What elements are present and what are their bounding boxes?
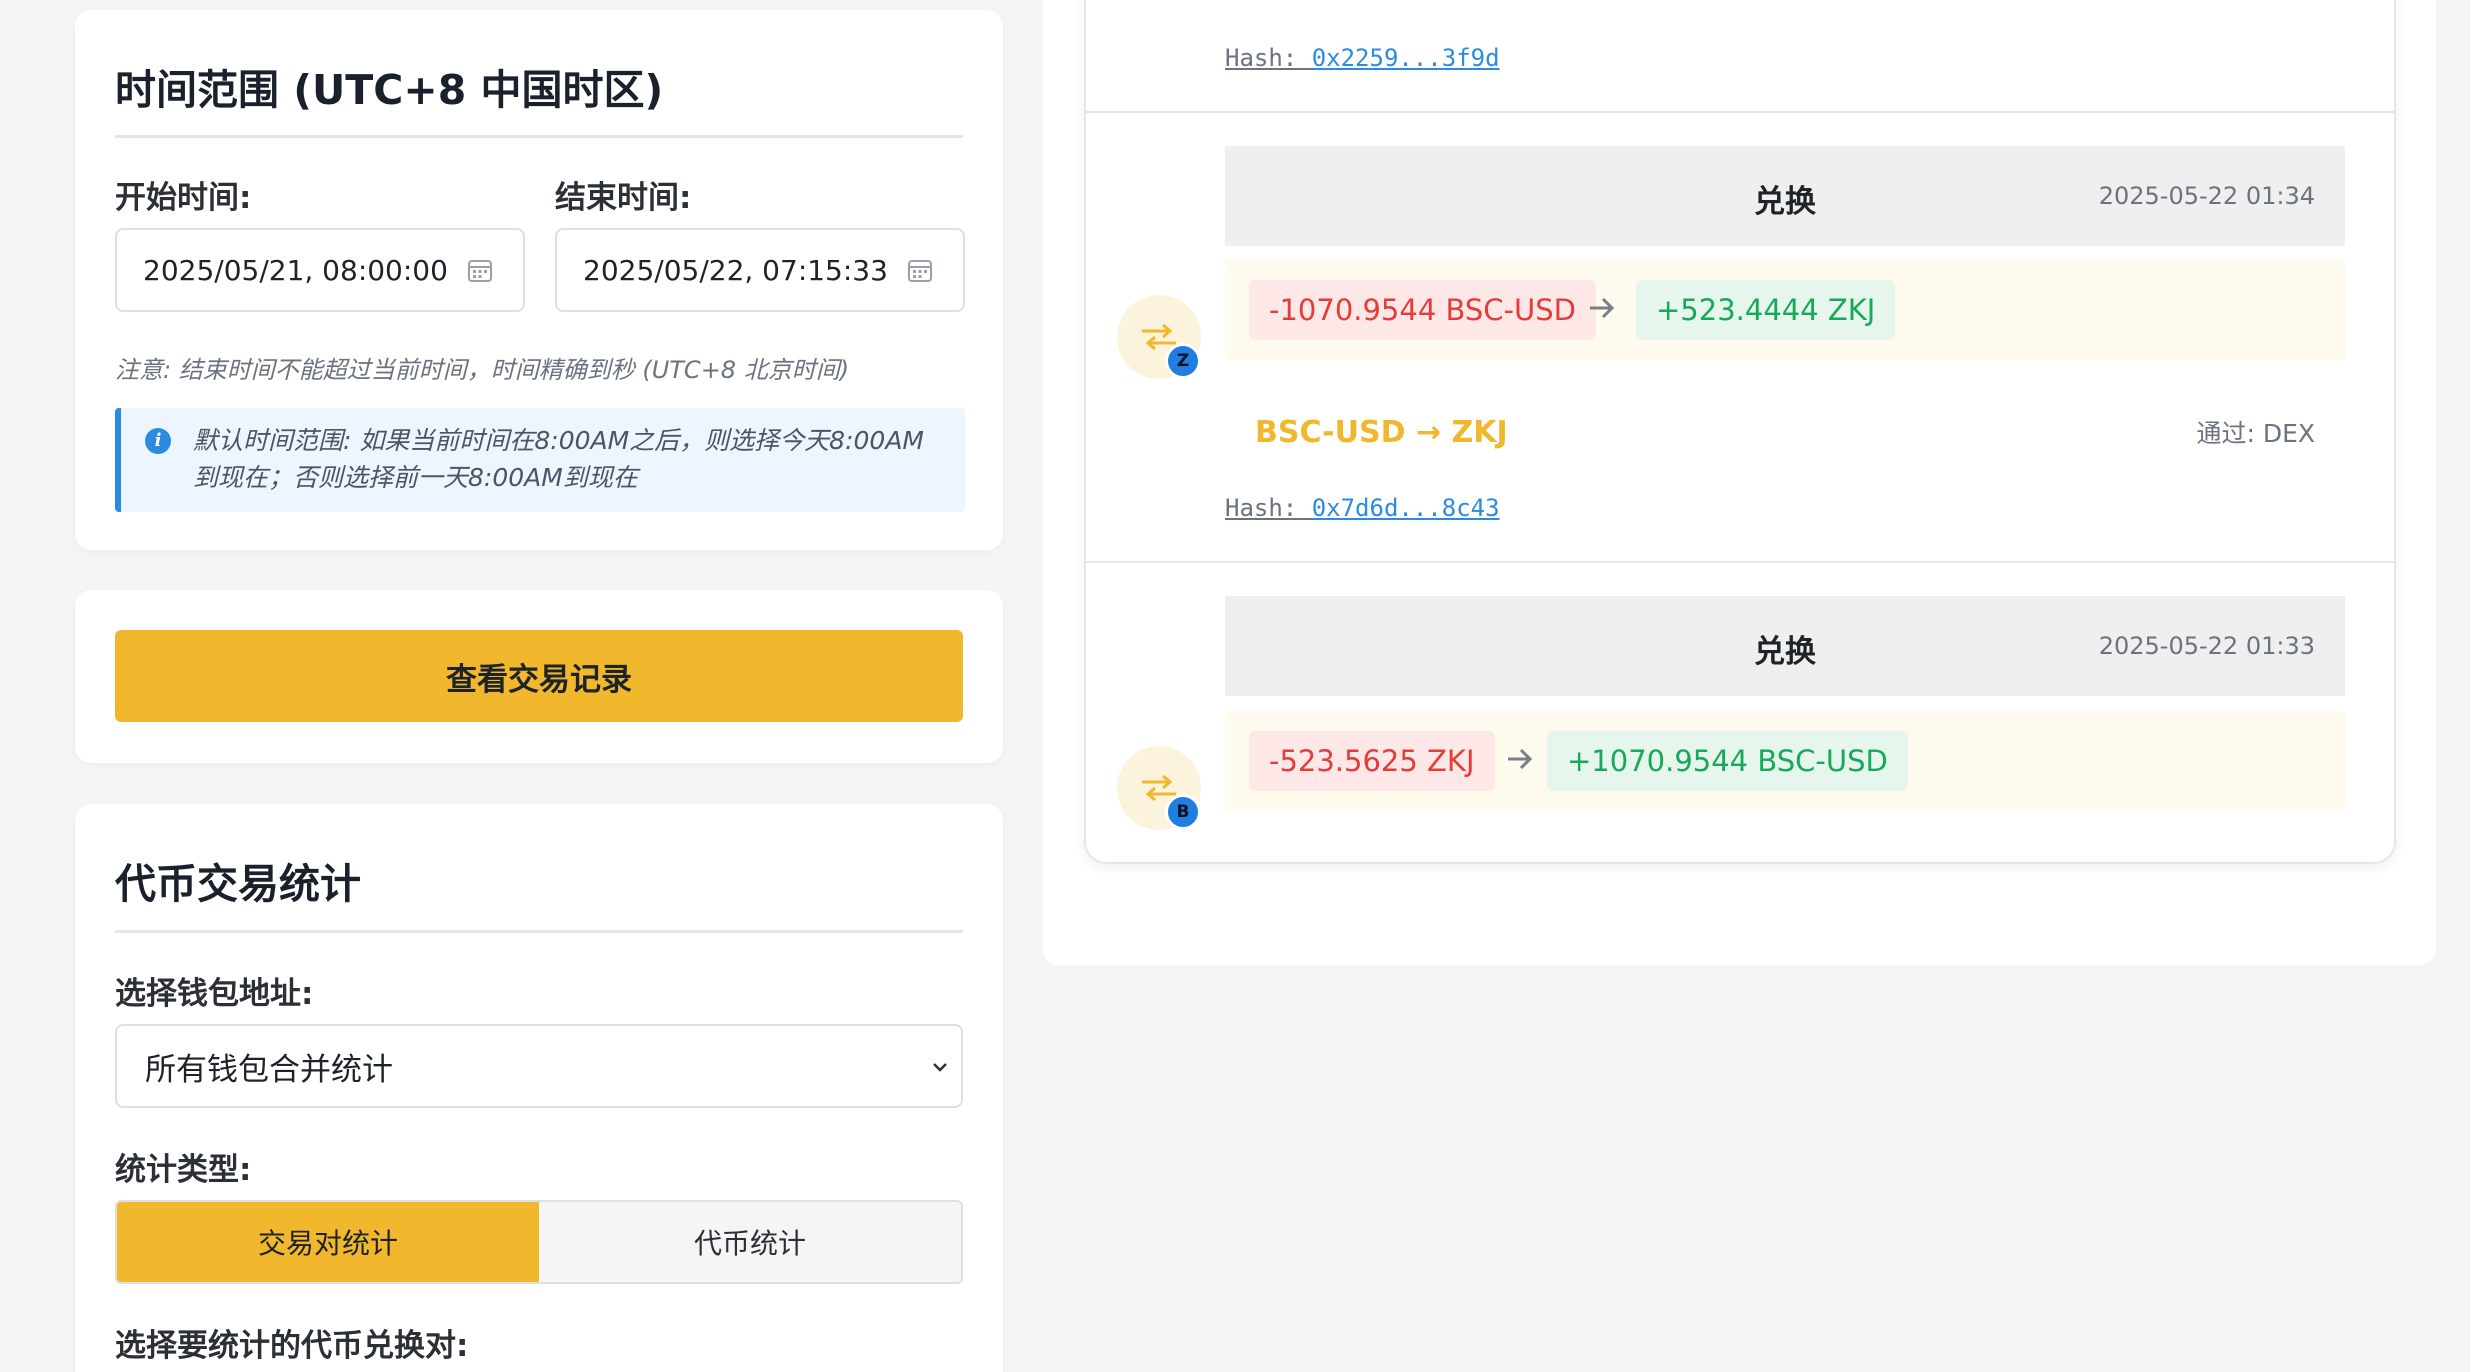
- amount-out: -1070.9544 BSC-USD: [1249, 280, 1596, 340]
- stats-type-toggle: 交易对统计 代币统计: [115, 1200, 963, 1284]
- time-note: 注意: 结束时间不能超过当前时间，时间精确到秒 (UTC+8 北京时间): [115, 356, 850, 384]
- wallet-select-value: 所有钱包合并统计: [145, 1051, 393, 1088]
- token-stats-card: 代币交易统计 选择钱包地址: 所有钱包合并统计 统计类型: 交易对统计 代币统计…: [75, 804, 1003, 1372]
- swap-pair: BSC-USD → ZKJ: [1255, 415, 1508, 450]
- amount-in: +523.4444 ZKJ: [1636, 280, 1896, 340]
- calendar-icon[interactable]: [467, 257, 493, 283]
- tx-swap-row: -1070.9544 BSC-USD +523.4444 ZKJ: [1225, 260, 2345, 360]
- tx-hash: Hash: 0x2259...3f9d: [1225, 44, 1500, 72]
- tx-swap-row: -523.5625 ZKJ +1070.9544 BSC-USD: [1225, 711, 2345, 811]
- tx-hash-link[interactable]: 0x7d6d...8c43: [1312, 494, 1500, 522]
- stats-divider: [115, 930, 963, 933]
- tx-header: 兑换 2025-05-22 01:33: [1225, 596, 2345, 696]
- tx-time: 2025-05-22 01:34: [2098, 182, 2315, 210]
- hash-prefix: Hash:: [1225, 494, 1298, 522]
- query-card: 查看交易记录: [75, 590, 1003, 763]
- start-time-input[interactable]: 2025/05/21, 08:00:00: [115, 228, 525, 312]
- time-range-title: 时间范围 (UTC+8 中国时区): [115, 66, 664, 114]
- tx-hash-link[interactable]: 0x2259...3f9d: [1312, 44, 1500, 72]
- view-transactions-button[interactable]: 查看交易记录: [115, 630, 963, 722]
- title-divider: [115, 135, 963, 138]
- row-divider: [1084, 111, 2396, 113]
- amount-out: -523.5625 ZKJ: [1249, 731, 1495, 791]
- tx-time: 2025-05-22 01:33: [2098, 632, 2315, 660]
- start-time-value: 2025/05/21, 08:00:00: [143, 253, 448, 287]
- token-badge: Z: [1165, 343, 1201, 379]
- calendar-icon[interactable]: [907, 257, 933, 283]
- info-text: 默认时间范围: 如果当前时间在8:00AM之后，则选择今天8:00AM 到现在；…: [193, 422, 953, 496]
- amount-in: +1070.9544 BSC-USD: [1547, 731, 1908, 791]
- arrow-right-icon: [1508, 748, 1533, 770]
- wallet-select[interactable]: 所有钱包合并统计: [115, 1024, 963, 1108]
- tx-header: 兑换 2025-05-22 01:34: [1225, 146, 2345, 246]
- default-range-info: i 默认时间范围: 如果当前时间在8:00AM之后，则选择今天8:00AM 到现…: [115, 408, 965, 512]
- stats-type-label: 统计类型:: [115, 1152, 252, 1188]
- info-line-1: 默认时间范围: 如果当前时间在8:00AM之后，则选择今天8:00AM: [193, 426, 924, 455]
- token-stats-title: 代币交易统计: [115, 860, 361, 908]
- info-icon: i: [145, 428, 171, 454]
- tab-pair-stats[interactable]: 交易对统计: [117, 1202, 539, 1282]
- page-root: 时间范围 (UTC+8 中国时区) 开始时间: 结束时间: 2025/05/21…: [0, 0, 2470, 1372]
- end-time-label: 结束时间:: [555, 180, 692, 216]
- end-time-value: 2025/05/22, 07:15:33: [583, 253, 888, 287]
- time-range-card: 时间范围 (UTC+8 中国时区) 开始时间: 结束时间: 2025/05/21…: [75, 10, 1003, 550]
- start-time-label: 开始时间:: [115, 180, 252, 216]
- tx-hash: Hash: 0x7d6d...8c43: [1225, 494, 1500, 522]
- arrow-right-icon: [1590, 297, 1615, 319]
- end-time-input[interactable]: 2025/05/22, 07:15:33: [555, 228, 965, 312]
- via-dex: 通过: DEX: [2196, 419, 2315, 448]
- wallet-select-label: 选择钱包地址:: [115, 976, 314, 1012]
- token-avatar: Z: [1117, 295, 1201, 379]
- info-line-2: 到现在；否则选择前一天8:00AM到现在: [193, 463, 638, 492]
- token-badge: B: [1165, 794, 1201, 830]
- token-avatar: B: [1117, 746, 1201, 830]
- pair-select-label: 选择要统计的代币兑换对:: [115, 1328, 469, 1364]
- row-divider: [1084, 561, 2396, 563]
- chevron-down-icon: [933, 1063, 947, 1072]
- tab-token-stats[interactable]: 代币统计: [539, 1202, 961, 1282]
- hash-prefix: Hash:: [1225, 44, 1298, 72]
